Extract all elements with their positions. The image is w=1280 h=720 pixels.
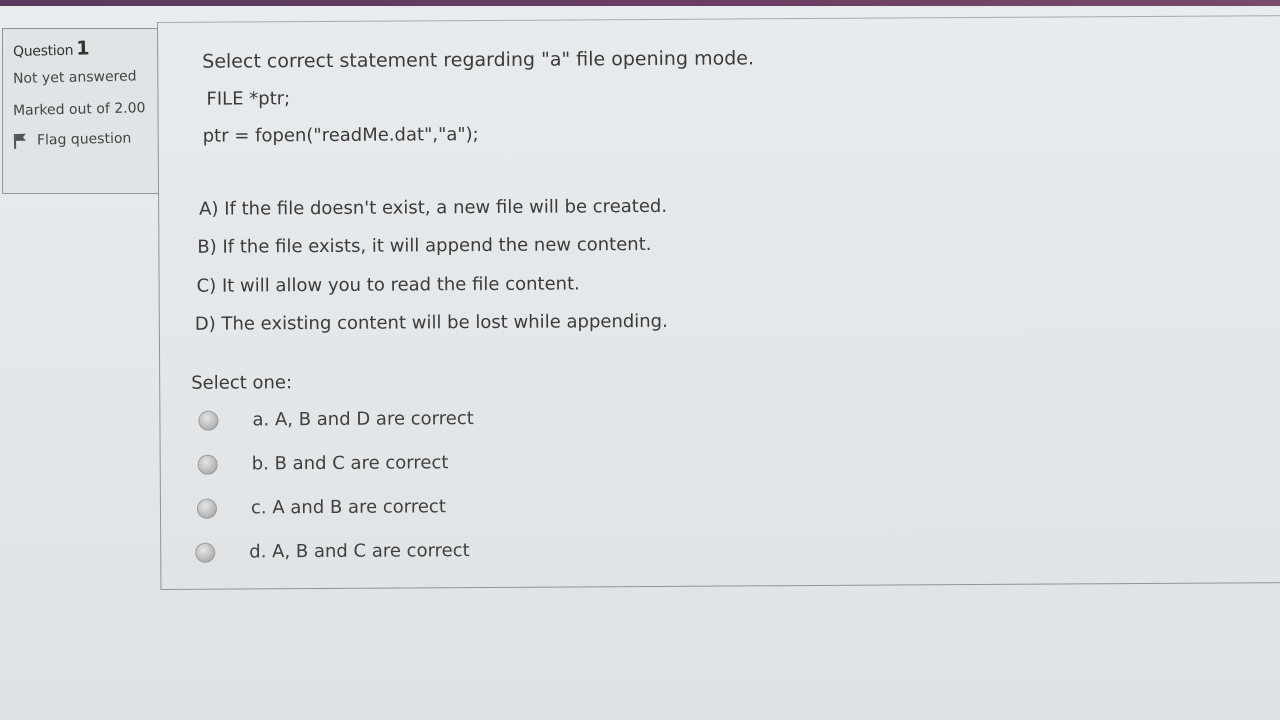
question-number: Question 1 [13,36,163,61]
question-label: Question [12,42,74,60]
flag-icon [13,133,26,149]
top-accent-strip [0,0,1280,6]
select-one-label: Select one: [191,372,293,394]
radio-button[interactable] [196,498,218,519]
radio-button[interactable] [198,410,219,431]
question-state: Not yet answered [12,68,137,87]
statement-c: C) It will allow you to read the file co… [196,273,580,297]
answer-option-label: a. A, B and D are correct [252,408,474,431]
statement-a: A) If the file doesn't exist, a new file… [199,195,668,220]
code-line: FILE *ptr; [206,88,291,110]
question-info-panel: Question 1 Not yet answered Marked out of… [2,28,172,194]
code-line: ptr = fopen("readMe.dat","a"); [202,124,479,147]
radio-button[interactable] [195,542,216,563]
question-grade: Marked out of 2.00 [12,100,146,119]
answer-option-label: d. A, B and C are correct [249,540,470,563]
question-prompt: Select correct statement regarding "a" f… [202,47,755,73]
answer-option-d[interactable]: d. A, B and C are correct [195,540,470,563]
statement-b: B) If the file exists, it will append th… [197,233,652,258]
radio-button[interactable] [197,454,218,475]
question-number-value: 1 [75,37,90,60]
answer-option-a[interactable]: a. A, B and D are correct [198,408,474,431]
answer-option-c[interactable]: c. A and B are correct [196,496,446,519]
flag-question-button[interactable]: Flag question [13,130,163,149]
question-content-panel: Select correct statement regarding "a" f… [157,15,1280,590]
flag-question-label: Flag question [36,130,132,149]
answer-option-label: b. B and C are correct [251,452,449,475]
answer-option-b[interactable]: b. B and C are correct [197,452,449,475]
statement-d: D) The existing content will be lost whi… [194,310,668,335]
answer-option-label: c. A and B are correct [250,496,446,519]
